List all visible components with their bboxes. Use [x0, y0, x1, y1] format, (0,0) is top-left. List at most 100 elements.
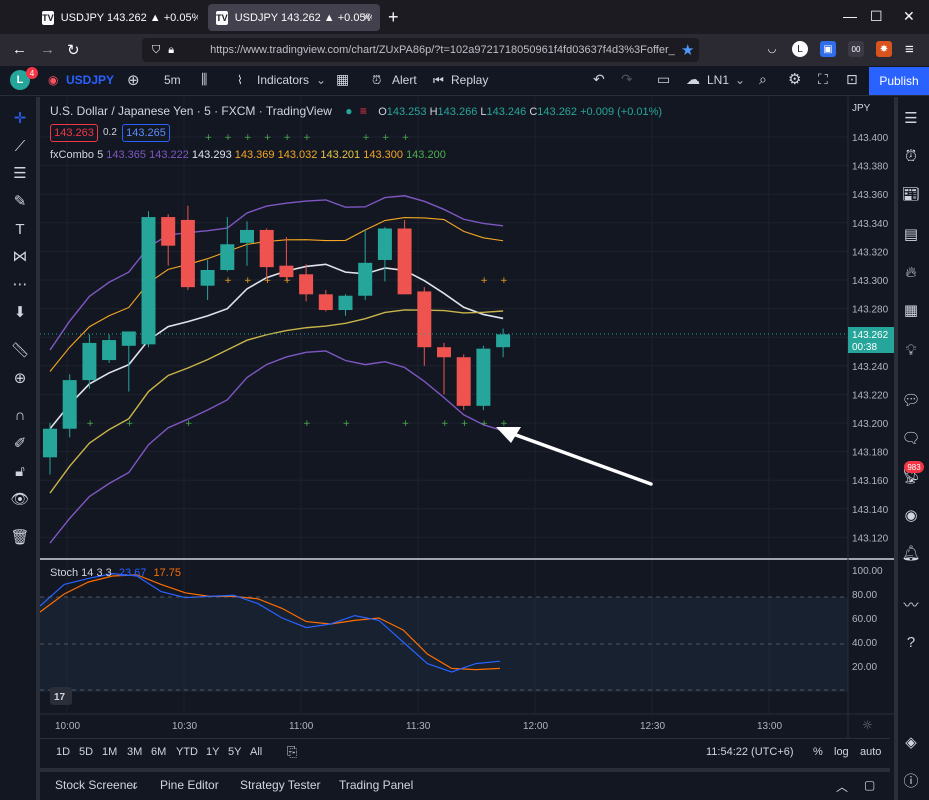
range-1d[interactable]: 1D — [56, 746, 70, 758]
fullscreen-icon[interactable]: ⛶ — [818, 71, 828, 88]
measure-sliders-icon[interactable]: ⋯ — [10, 274, 30, 294]
news-icon[interactable]: 📰︎ — [901, 184, 921, 204]
publish-button[interactable]: Publish — [869, 67, 929, 95]
close-tab-icon[interactable]: ✕ — [361, 10, 372, 26]
tab-strategy-tester[interactable]: Strategy Tester — [240, 778, 320, 792]
compare-add-icon[interactable]: ⊕ — [127, 71, 140, 89]
time-tick-label: 12:00 — [523, 721, 548, 732]
bookmark-star-icon[interactable]: ★ — [681, 41, 694, 59]
trade-chart-icon[interactable]: 〰 — [901, 594, 921, 614]
profile-l-icon[interactable]: L — [792, 41, 808, 57]
fox-extension-icon[interactable]: ✸ — [876, 41, 892, 57]
browser-tab-2[interactable]: TV USDJPY 143.262 ▲ +0.05% LN1 ✕ — [208, 4, 380, 31]
forward-icon[interactable]: → — [40, 41, 55, 58]
layers-icon[interactable]: ◈ — [901, 732, 921, 752]
trend-line-icon[interactable]: ⟋ — [10, 136, 30, 156]
browser-tab-1[interactable]: TV USDJPY 143.262 ▲ +0.05% LN1 — [34, 4, 206, 31]
arrow-down-icon[interactable]: ⬇︎ — [10, 302, 30, 322]
trash-icon[interactable]: 🗑︎ — [10, 527, 30, 547]
auto-toggle[interactable]: auto — [860, 746, 881, 758]
address-bar[interactable]: ⛉ 🔒︎ https://www.tradingview.com/chart/Z… — [142, 38, 699, 62]
menu-icon[interactable]: ≡ — [905, 41, 914, 58]
candles-icon[interactable]: ⫼ — [201, 71, 207, 88]
chats-icon[interactable]: 💬︎ — [901, 390, 921, 410]
extension-icon[interactable]: ▣ — [820, 41, 836, 57]
bell-icon[interactable]: 🔔︎ — [901, 543, 921, 563]
calendar-icon[interactable]: ▦ — [901, 300, 921, 320]
candle-body — [476, 348, 491, 406]
chevron-down-icon[interactable]: ⌄ — [316, 73, 326, 87]
sell-button[interactable]: 143.263 — [50, 124, 98, 142]
camera-icon[interactable]: ⊡ — [846, 71, 858, 88]
currency-label[interactable]: JPY — [852, 103, 871, 114]
horizontal-lines-icon[interactable]: ☰ — [10, 163, 30, 183]
window-close-button[interactable]: ✕ — [903, 8, 915, 25]
layouts-grid-icon[interactable]: ▦ — [336, 71, 349, 88]
alert-button[interactable]: Alert — [392, 73, 417, 87]
chevron-up-icon[interactable]: ︿ — [836, 778, 848, 795]
clock-readout[interactable]: 11:54:22 (UTC+6) — [706, 746, 794, 758]
layout-name-button[interactable]: LN1 — [707, 73, 729, 87]
log-toggle[interactable]: log — [834, 746, 849, 758]
help-icon[interactable]: ? — [901, 632, 921, 652]
tab-stock-screener[interactable]: Stock Screener — [55, 778, 137, 792]
undo-icon[interactable]: ↶ — [593, 71, 605, 88]
maximize-panel-icon[interactable]: ▢ — [864, 778, 875, 792]
back-icon[interactable]: ← — [12, 41, 27, 58]
maximize-button[interactable]: ☐ — [870, 8, 883, 25]
chart-canvas[interactable]: ++++++++++++++++++++++++++++ 143.400143.… — [40, 97, 894, 738]
ideas-bulb-icon[interactable]: 💡︎ — [901, 340, 921, 360]
buy-button[interactable]: 143.265 — [122, 124, 170, 142]
range-all[interactable]: All — [250, 746, 262, 758]
symbol-title[interactable]: U.S. Dollar / Japanese Yen · 5 · FXCM · … — [50, 104, 332, 118]
new-tab-button[interactable]: + — [388, 7, 399, 28]
range-3m[interactable]: 3M — [127, 746, 142, 758]
indicator-name[interactable]: fxCombo 5 — [50, 149, 103, 161]
tradingview-logo-text: 17 — [54, 692, 66, 703]
range-5d[interactable]: 5D — [79, 746, 93, 758]
zoom-in-icon[interactable]: ⊕ — [10, 368, 30, 388]
stoch-name[interactable]: Stoch 14 3 3 — [50, 567, 112, 579]
chevron-down-icon[interactable]: ⌄ — [130, 778, 140, 792]
green-cross-marker: + — [185, 419, 193, 429]
redo-icon[interactable]: ↷ — [621, 71, 633, 88]
eye-icon[interactable]: 👁︎ — [10, 489, 30, 509]
pattern-icon[interactable]: ⋈ — [10, 246, 30, 266]
tab-pine-editor[interactable]: Pine Editor — [160, 778, 219, 792]
symbol-search-button[interactable]: USDJPY — [66, 73, 114, 87]
hotlist-fire-icon[interactable]: 🔥︎ — [901, 262, 921, 282]
broadcast-icon[interactable]: ◉ — [901, 505, 921, 525]
goto-date-icon[interactable]: ⎘ — [287, 744, 297, 760]
help-circle-icon[interactable]: ⓘ — [901, 770, 921, 790]
crosshair-icon[interactable]: ✛ — [10, 108, 30, 128]
alarm-clock-icon[interactable]: ⏰︎ — [901, 146, 921, 166]
magnet-icon[interactable]: ∩ — [10, 405, 30, 425]
range-1y[interactable]: 1Y — [206, 746, 219, 758]
pencil-lock-icon[interactable]: ✐ — [10, 433, 30, 453]
range-6m[interactable]: 6M — [151, 746, 166, 758]
range-5y[interactable]: 5Y — [228, 746, 241, 758]
brush-icon[interactable]: ✎ — [10, 191, 30, 211]
indicators-button[interactable]: Indicators — [257, 73, 309, 87]
interval-button[interactable]: 5m — [164, 73, 181, 87]
percent-toggle[interactable]: % — [813, 746, 823, 758]
lock-icon[interactable]: 🔓︎ — [10, 461, 30, 481]
rectangle-icon[interactable]: ▭ — [657, 71, 670, 88]
reload-icon[interactable]: ↻ — [67, 41, 80, 59]
search-icon[interactable]: ⌕ — [759, 71, 767, 88]
gear-icon[interactable]: ⚙︎ — [788, 70, 801, 88]
tab-trading-panel[interactable]: Trading Panel — [339, 778, 413, 792]
calendar-list-icon[interactable]: ▤ — [901, 224, 921, 244]
chart-settings-icon[interactable]: ☼ — [862, 718, 873, 732]
chat-icon[interactable]: 🗨︎ — [901, 428, 921, 448]
extension-badge-icon[interactable]: 00 — [848, 41, 864, 57]
chevron-down-icon[interactable]: ⌄ — [735, 73, 745, 87]
range-ytd[interactable]: YTD — [176, 746, 198, 758]
range-1m[interactable]: 1M — [102, 746, 117, 758]
minimize-button[interactable]: — — [843, 8, 857, 24]
watchlist-icon[interactable]: ☰ — [901, 108, 921, 128]
text-tool-icon[interactable]: T — [10, 219, 30, 239]
replay-button[interactable]: Replay — [451, 73, 488, 87]
ruler-icon[interactable]: 📏︎ — [10, 340, 30, 360]
pocket-icon[interactable]: ◡ — [764, 41, 780, 57]
